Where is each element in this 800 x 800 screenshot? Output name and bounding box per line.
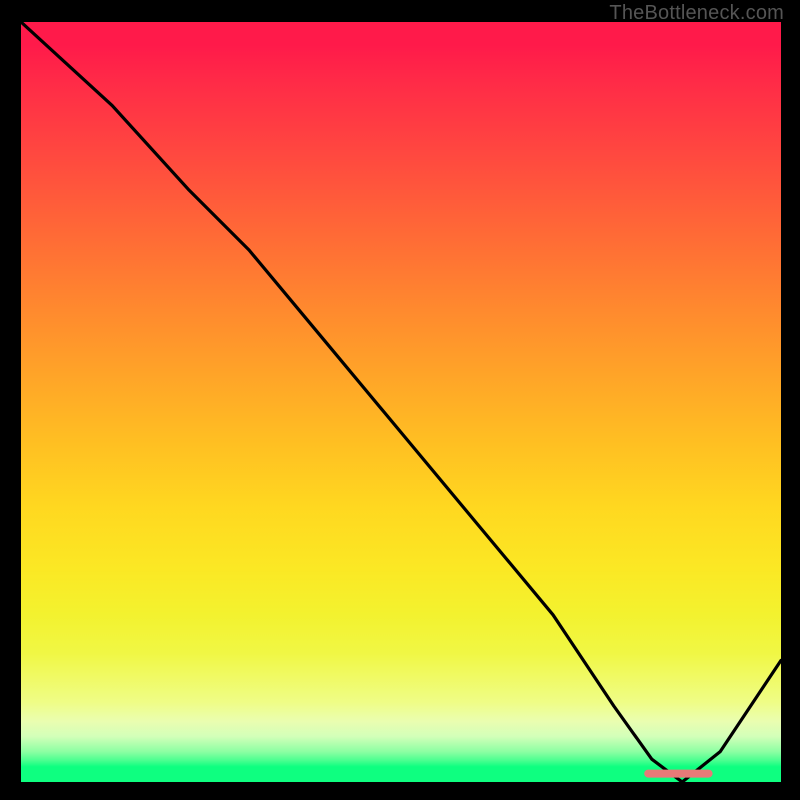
bottleneck-curve-line — [21, 22, 781, 782]
chart-stage: TheBottleneck.com — [0, 0, 800, 800]
watermark-label: TheBottleneck.com — [609, 2, 784, 25]
line-overlay — [21, 22, 781, 782]
optimal-range-marker — [644, 770, 712, 778]
plot-area — [21, 22, 781, 782]
